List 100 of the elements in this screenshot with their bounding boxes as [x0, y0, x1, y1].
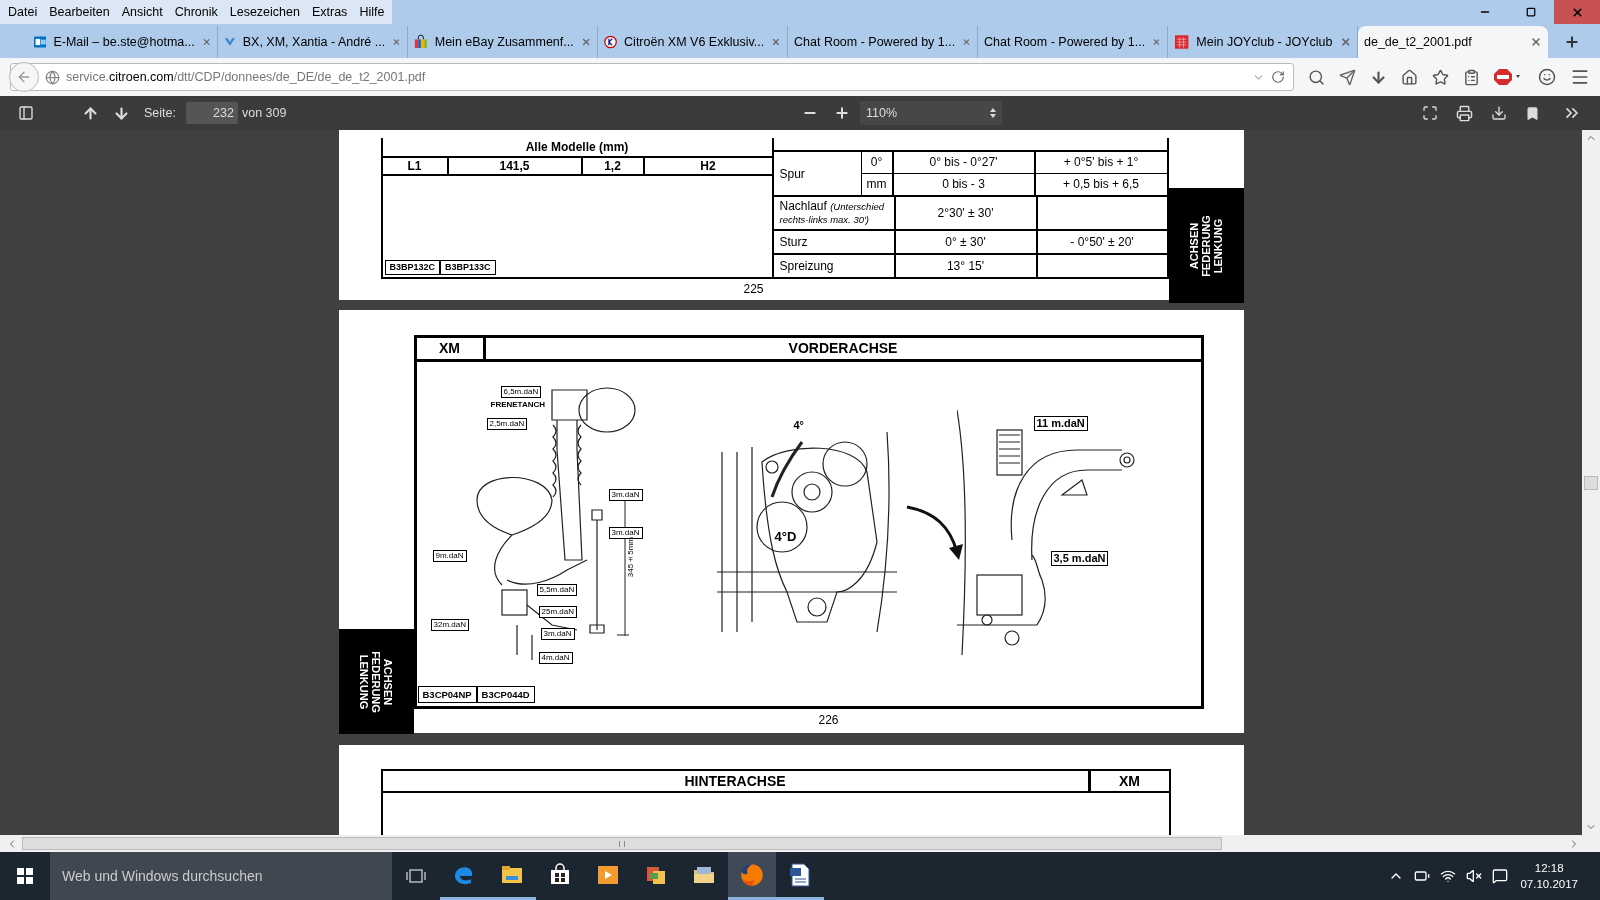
- tab-title: Chat Room - Powered by 1...: [984, 33, 1146, 51]
- close-tab-icon[interactable]: [580, 36, 591, 48]
- circle-logo-icon: [604, 34, 618, 50]
- angle-label: 4°D: [772, 530, 799, 543]
- chat-icon[interactable]: [1538, 68, 1556, 86]
- callout-label: 11 m.daN: [1033, 416, 1088, 431]
- close-tab-icon[interactable]: [1339, 36, 1351, 48]
- search-icon[interactable]: [1308, 68, 1325, 86]
- home-icon[interactable]: [1401, 68, 1418, 86]
- figure-reference: B3BP133C: [440, 260, 496, 275]
- scroll-thumb[interactable]: [1584, 475, 1598, 490]
- tab-title: Mein eBay Zusammenf...: [434, 33, 574, 51]
- next-page-icon[interactable]: [113, 104, 130, 122]
- menu-item[interactable]: Datei: [4, 2, 42, 22]
- vertical-scrollbar[interactable]: [1582, 130, 1600, 835]
- tab-title: Citroën XM V6 Exklusiv...: [624, 33, 765, 51]
- model-label: XM: [1118, 771, 1141, 791]
- bookmark-icon[interactable]: [1525, 105, 1540, 121]
- angle-label: 4°: [793, 420, 805, 431]
- wifi-icon[interactable]: [1440, 868, 1457, 884]
- horizontal-scrollbar[interactable]: [0, 835, 1600, 852]
- section-tab-label: ACHSEN: [382, 658, 394, 705]
- callout-label: 6,5m.daN: [500, 386, 542, 398]
- clock[interactable]: 12:18 07.10.2017: [1520, 860, 1578, 892]
- address-field[interactable]: service.citroen.com/dtt/CDP/donnees/de_DE/de_de_t2_2001.pdf: [10, 63, 1294, 91]
- menu-item[interactable]: Bearbeiten: [45, 2, 114, 22]
- tab-title: Mein JOYclub - JOYclub: [1196, 33, 1333, 51]
- menu-item[interactable]: Ansicht: [117, 2, 167, 22]
- print-icon[interactable]: [1456, 104, 1473, 122]
- task-view-icon[interactable]: [406, 868, 426, 884]
- table-cell: Spur: [773, 152, 862, 195]
- figure-reference: B3CP044D: [476, 686, 535, 703]
- battery-icon[interactable]: [1414, 868, 1431, 884]
- send-icon[interactable]: [1339, 68, 1356, 86]
- zoom-select[interactable]: 110%: [860, 101, 1002, 125]
- shopping-bag-icon: [414, 34, 428, 50]
- section-tab-label: FEDERUNG: [1200, 214, 1212, 277]
- browser-tab[interactable]: de_de_t2_2001.pdf: [1358, 26, 1548, 58]
- mail-app-icon: [34, 34, 47, 50]
- callout-label: 25m.daN: [538, 606, 577, 618]
- figure-reference: B3BP132C: [384, 260, 441, 275]
- page-number-field[interactable]: 232: [185, 102, 238, 124]
- star-icon[interactable]: [1432, 68, 1449, 86]
- table-cell: Sturz: [773, 231, 896, 253]
- calendar-icon: [1174, 34, 1190, 50]
- search-field[interactable]: Web und Windows durchsuchen: [50, 852, 392, 900]
- save-icon[interactable]: [1491, 105, 1507, 121]
- close-tab-icon[interactable]: [392, 36, 401, 48]
- table-cell-text: - 0°50' ± 20': [1069, 234, 1135, 251]
- close-icon: [1570, 5, 1584, 19]
- close-tab-icon[interactable]: [201, 36, 211, 48]
- page-label: Seite:: [144, 104, 176, 122]
- table-cell: 13° 15': [895, 255, 1038, 277]
- new-tab-icon[interactable]: [1564, 34, 1580, 50]
- section-title: HINTERACHSE: [382, 771, 1091, 791]
- callout-label: 3m.daN: [608, 489, 643, 501]
- tab-title: Chat Room - Powered by 1...: [794, 33, 956, 51]
- table-cell: 2°30' ± 30': [895, 197, 1038, 229]
- document-icon: [789, 862, 811, 887]
- section-tab-label: LENKUNG: [358, 654, 370, 709]
- close-tab-icon[interactable]: [1530, 36, 1542, 48]
- reload-icon[interactable]: [1271, 70, 1285, 84]
- shopping-bag-icon: [548, 862, 572, 887]
- clipboard-icon[interactable]: [1463, 68, 1480, 86]
- table-cell: Nachlauf (Unterschied rechts-links max. 30'): [773, 197, 896, 229]
- callout-label: 3,5 m.daN: [1050, 551, 1109, 566]
- download-icon[interactable]: [1370, 68, 1387, 86]
- table-cell: L1: [382, 158, 449, 174]
- menu-item[interactable]: Extras: [307, 2, 352, 22]
- close-tab-icon[interactable]: [962, 36, 971, 48]
- table-cell-text: + 0,5 bis + 6,5: [1061, 176, 1141, 193]
- notification-icon[interactable]: [1492, 868, 1509, 884]
- close-tab-icon[interactable]: [1152, 36, 1161, 48]
- callout-label: 4m.daN: [538, 652, 573, 664]
- table-cell: mm: [861, 174, 894, 195]
- fullscreen-icon[interactable]: [1422, 105, 1438, 121]
- section-tab-label: LENKUNG: [1212, 218, 1224, 273]
- windows-logo-icon[interactable]: [17, 868, 33, 884]
- table-cell: 0° bis - 0°27': [893, 152, 1036, 173]
- previous-page-icon[interactable]: [82, 104, 99, 122]
- section-tab-label: FEDERUNG: [370, 650, 382, 713]
- figure-reference: B3CP04NP: [417, 686, 477, 703]
- mute-icon[interactable]: [1466, 868, 1483, 884]
- scroll-thumb[interactable]: [22, 837, 1222, 850]
- table-cell: 0 bis - 3: [893, 174, 1036, 195]
- table-cell-text: + 0°5' bis + 1°: [1062, 154, 1140, 171]
- menu-item[interactable]: Lesezeichen: [225, 2, 304, 22]
- sidebar-toggle-icon[interactable]: [18, 105, 34, 121]
- maximize-icon: [1526, 7, 1536, 17]
- callout-label: 5,5m.daN: [536, 584, 578, 596]
- zoom-in-icon[interactable]: [834, 105, 850, 121]
- menu-item[interactable]: Hilfe: [355, 2, 389, 22]
- menu-item[interactable]: Chronik: [170, 2, 222, 22]
- tab-title: de_de_t2_2001.pdf: [1364, 33, 1473, 51]
- table-header: Alle Modelle (mm): [382, 138, 772, 158]
- menu-icon[interactable]: [1570, 67, 1590, 87]
- callout-label: FRENETANCH: [490, 401, 545, 409]
- table-cell: Spreizung: [773, 255, 896, 277]
- close-tab-icon[interactable]: [771, 36, 781, 48]
- up-down-caret-icon: [990, 108, 996, 118]
